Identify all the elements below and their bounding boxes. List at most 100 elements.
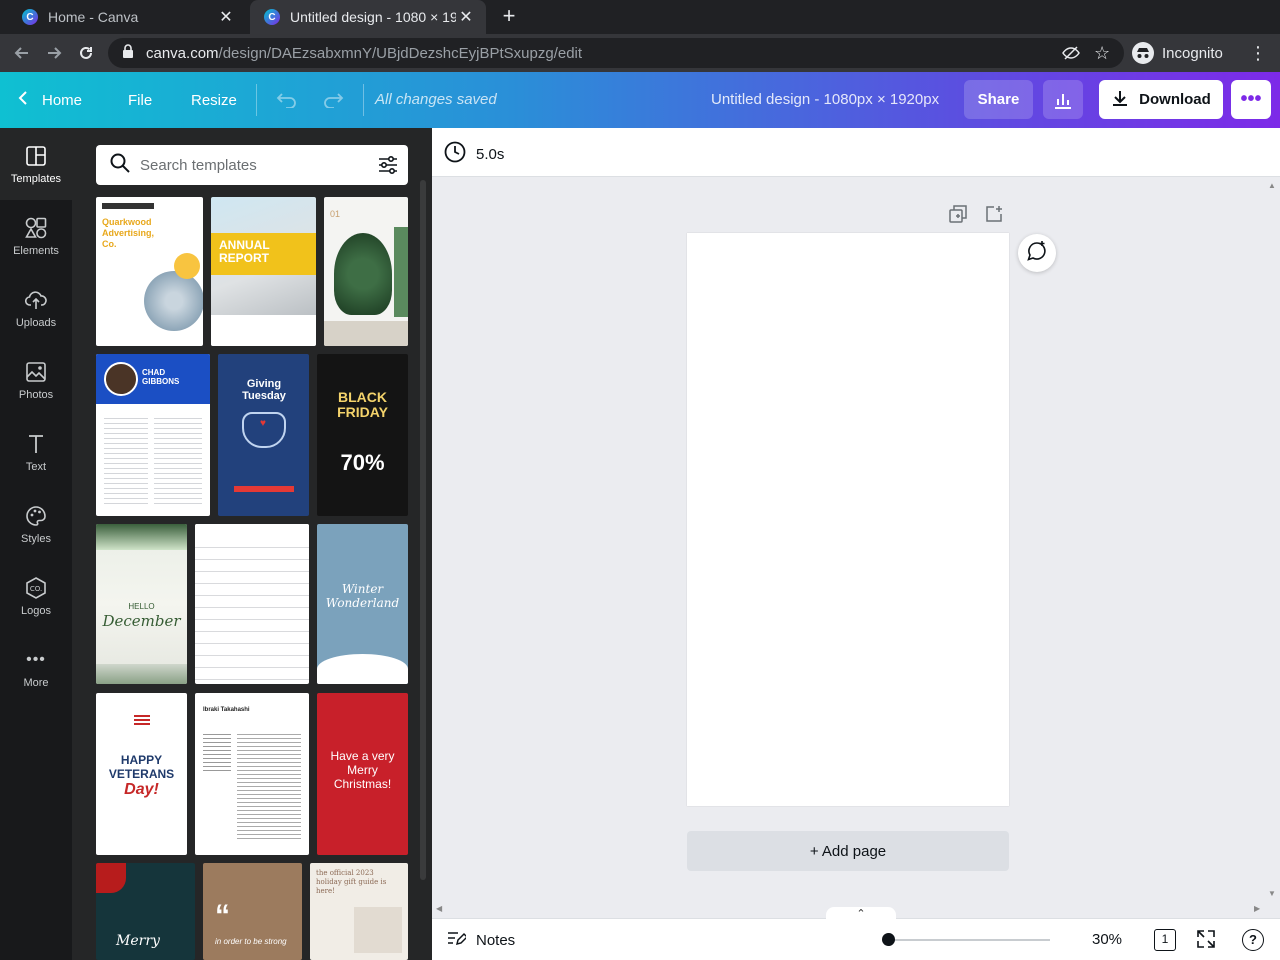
template-thumbnail[interactable]: BLACK FRIDAY 70% <box>317 354 408 516</box>
tracking-blocked-icon[interactable] <box>1062 45 1080 65</box>
ellipsis-icon: ••• <box>1240 88 1262 110</box>
more-options-button[interactable]: ••• <box>1231 80 1271 119</box>
home-button[interactable]: Home <box>18 72 82 128</box>
panel-scrollbar[interactable] <box>420 180 426 880</box>
template-thumbnail[interactable]: Merry <box>96 863 195 960</box>
tab-title: Home - Canva <box>48 9 139 25</box>
help-icon[interactable]: ? <box>1242 929 1264 951</box>
close-tab-icon[interactable]: ✕ <box>216 7 236 27</box>
download-button[interactable]: Download <box>1099 80 1223 119</box>
template-subtext: Day! <box>124 781 159 798</box>
address-bar[interactable]: canva.com/design/DAEzsabxmnY/UBjdDezshcE… <box>108 38 1124 68</box>
incognito-icon <box>1132 42 1154 64</box>
rail-label: More <box>23 677 49 689</box>
chevron-up-icon: ⌃ <box>856 908 866 920</box>
notes-label: Notes <box>476 931 516 949</box>
text-icon <box>27 431 45 457</box>
template-thumbnail[interactable]: Have a very Merry Christmas! <box>317 693 408 855</box>
template-text: HELLO <box>128 602 155 611</box>
photos-icon <box>26 359 46 385</box>
back-button[interactable] <box>10 41 34 65</box>
vertical-scrollbar[interactable]: ▲ ▼ <box>1264 177 1280 918</box>
template-text: ANNUAL REPORT <box>219 238 270 265</box>
template-thumbnail[interactable]: ANNUAL REPORT <box>211 197 316 346</box>
add-page-icon[interactable] <box>985 205 1005 225</box>
add-page-button[interactable]: + Add page <box>687 831 1009 871</box>
template-thumbnail[interactable]: CHAD GIBBONS <box>96 354 210 516</box>
fullscreen-icon[interactable] <box>1196 929 1216 954</box>
template-thumbnail[interactable]: 01 <box>324 197 408 346</box>
undo-icon <box>276 93 296 108</box>
browser-tab-home[interactable]: C Home - Canva ✕ <box>8 0 246 34</box>
template-thumbnail[interactable]: Quarkwood Advertising, Co. <box>96 197 203 346</box>
rail-item-uploads[interactable]: Uploads <box>0 272 72 344</box>
search-box[interactable] <box>96 145 408 185</box>
rail-item-more[interactable]: ••• More <box>0 632 72 704</box>
rail-item-photos[interactable]: Photos <box>0 344 72 416</box>
browser-tab-design[interactable]: C Untitled design - 1080 × 1920px ✕ <box>250 0 486 34</box>
bookmark-star-icon[interactable]: ☆ <box>1094 43 1110 64</box>
incognito-label: Incognito <box>1162 44 1223 62</box>
template-thumbnail[interactable]: “ in order to be strong <box>203 863 302 960</box>
template-text: 01 <box>330 209 341 219</box>
notes-button[interactable]: Notes <box>446 929 515 951</box>
template-text: Have a very Merry Christmas! <box>330 749 395 791</box>
rail-item-templates[interactable]: Templates <box>0 128 72 200</box>
template-text: in order to be strong <box>215 937 287 946</box>
page-count-button[interactable]: 1 <box>1154 929 1176 951</box>
close-tab-icon[interactable]: ✕ <box>456 7 476 27</box>
design-page[interactable] <box>687 233 1009 806</box>
rail-item-logos[interactable]: CO. Logos <box>0 560 72 632</box>
incognito-indicator[interactable]: Incognito <box>1132 40 1223 66</box>
resize-button[interactable]: Resize <box>191 72 237 128</box>
reload-button[interactable] <box>74 41 98 65</box>
template-thumbnail[interactable]: Giving Tuesday ♥ <box>218 354 309 516</box>
filter-icon[interactable] <box>378 155 398 180</box>
zoom-slider-handle[interactable] <box>882 933 895 946</box>
canva-favicon-icon: C <box>22 9 38 25</box>
share-button[interactable]: Share <box>964 80 1033 119</box>
svg-text:CO.: CO. <box>30 585 42 593</box>
add-comment-button[interactable] <box>1018 234 1056 272</box>
zoom-level[interactable]: 30% <box>1092 931 1122 948</box>
duration-value: 5.0s <box>476 145 505 163</box>
forward-button[interactable] <box>42 41 66 65</box>
styles-icon <box>26 503 46 529</box>
home-label: Home <box>42 91 83 109</box>
redo-icon <box>324 93 344 108</box>
template-thumbnail[interactable] <box>195 524 309 684</box>
template-thumbnail[interactable]: Winter Wonderland <box>317 524 408 684</box>
template-thumbnail[interactable]: HELLO December <box>96 524 187 684</box>
rail-label: Elements <box>13 245 59 257</box>
url-domain: canva.com <box>146 44 219 62</box>
show-pages-toggle[interactable]: ⌃ <box>826 907 896 920</box>
rail-label: Photos <box>18 389 54 401</box>
url-path: /design/DAEzsabxmnY/UBjdDezshcEyjBPtSxup… <box>218 44 583 62</box>
rail-label: Text <box>25 461 47 473</box>
rail-item-elements[interactable]: Elements <box>0 200 72 272</box>
template-thumbnail[interactable]: Ibraki Takahashi <box>195 693 309 855</box>
templates-icon <box>26 143 46 169</box>
template-thumbnail[interactable]: HAPPY VETERANS Day! <box>96 693 187 855</box>
redo-button[interactable] <box>322 72 344 128</box>
download-icon <box>1111 89 1129 111</box>
zoom-slider-track[interactable] <box>888 939 1050 941</box>
new-tab-button[interactable]: + <box>498 5 520 27</box>
undo-button[interactable] <box>276 72 298 128</box>
lock-icon <box>122 44 134 62</box>
file-menu-button[interactable]: File <box>128 72 152 128</box>
rail-item-styles[interactable]: Styles <box>0 488 72 560</box>
bar-chart-icon <box>1055 93 1071 109</box>
duplicate-page-icon[interactable] <box>949 205 969 225</box>
duration-button[interactable]: 5.0s <box>444 141 504 167</box>
divider <box>363 84 364 116</box>
template-text: HAPPY VETERANS <box>108 753 175 781</box>
document-title[interactable]: Untitled design - 1080px × 1920px <box>711 91 939 108</box>
insights-button[interactable] <box>1043 80 1083 119</box>
template-text: Quarkwood Advertising, Co. <box>102 217 155 249</box>
browser-menu-icon[interactable]: ⋮ <box>1246 41 1270 65</box>
rail-item-text[interactable]: Text <box>0 416 72 488</box>
search-input[interactable] <box>140 156 370 174</box>
editor-toolbar: 5.0s <box>432 128 1280 177</box>
template-thumbnail[interactable]: the official 2023 holiday gift guide is … <box>310 863 408 960</box>
